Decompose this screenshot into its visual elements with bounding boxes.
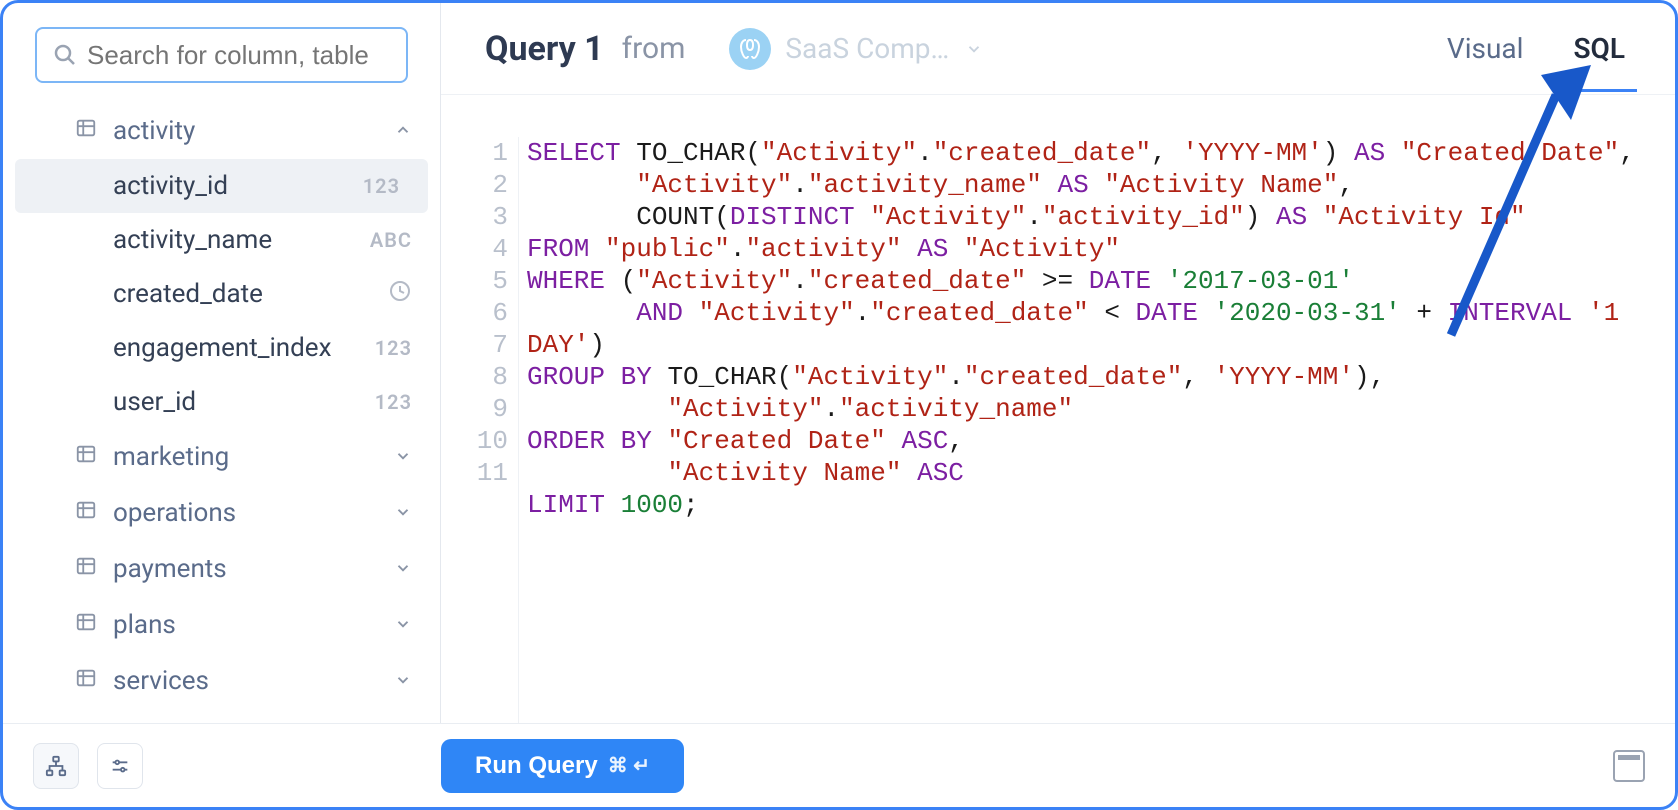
table-icon bbox=[75, 554, 97, 584]
type-badge: 123 bbox=[363, 174, 400, 198]
table-name: payments bbox=[113, 554, 227, 584]
table-row-plans[interactable]: plans bbox=[3, 597, 440, 653]
schema-sidebar: activity activity_id 123 activity_name ABC cr… bbox=[3, 3, 441, 723]
main-panel: Query 1 from SaaS Comp… Visual SQL bbox=[441, 3, 1675, 723]
table-icon bbox=[75, 498, 97, 528]
table-row-marketing[interactable]: marketing bbox=[3, 429, 440, 485]
datasource-selector[interactable]: SaaS Comp… bbox=[711, 21, 1001, 77]
run-query-button[interactable]: Run Query ⌘ ↵ bbox=[441, 739, 684, 793]
settings-toggle-button[interactable] bbox=[97, 743, 143, 789]
table-name: operations bbox=[113, 498, 236, 528]
column-row-engagement_index[interactable]: engagement_index 123 bbox=[3, 321, 440, 375]
table-row-activity[interactable]: activity bbox=[3, 103, 440, 159]
column-name: created_date bbox=[113, 279, 263, 309]
column-name: activity_id bbox=[113, 171, 228, 201]
line-gutter: 1234567891011 bbox=[461, 137, 519, 723]
column-row-created_date[interactable]: created_date bbox=[3, 267, 440, 321]
tab-sql[interactable]: SQL bbox=[1567, 8, 1631, 89]
search-icon bbox=[53, 43, 77, 67]
table-name: activity bbox=[113, 116, 195, 146]
schema-icon bbox=[45, 755, 67, 777]
table-row-operations[interactable]: operations bbox=[3, 485, 440, 541]
column-name: user_id bbox=[113, 387, 196, 417]
footer-bar: Run Query ⌘ ↵ bbox=[3, 723, 1675, 807]
column-name: activity_name bbox=[113, 225, 272, 255]
sql-editor[interactable]: 1234567891011 SELECT TO_CHAR("Activity".… bbox=[441, 95, 1675, 723]
datasource-name: SaaS Comp… bbox=[785, 32, 949, 65]
query-title[interactable]: Query 1 bbox=[485, 29, 604, 69]
type-badge: 123 bbox=[375, 336, 412, 360]
table-name: marketing bbox=[113, 442, 229, 472]
sql-code[interactable]: SELECT TO_CHAR("Activity"."created_date"… bbox=[519, 137, 1675, 723]
run-shortcut: ⌘ ↵ bbox=[608, 753, 650, 778]
chevron-down-icon bbox=[394, 666, 412, 696]
sliders-icon bbox=[109, 755, 131, 777]
type-badge: 123 bbox=[375, 390, 412, 414]
table-row-services[interactable]: services bbox=[3, 653, 440, 709]
clock-icon bbox=[388, 279, 412, 309]
schema-toggle-button[interactable] bbox=[33, 743, 79, 789]
chevron-up-icon bbox=[394, 116, 412, 146]
chevron-down-icon bbox=[394, 498, 412, 528]
table-icon bbox=[75, 116, 97, 146]
table-name: plans bbox=[113, 610, 176, 640]
table-icon bbox=[75, 442, 97, 472]
column-name: engagement_index bbox=[113, 333, 332, 363]
chevron-down-icon bbox=[394, 554, 412, 584]
search-input[interactable] bbox=[87, 40, 422, 71]
chevron-down-icon bbox=[394, 610, 412, 640]
table-row-payments[interactable]: payments bbox=[3, 541, 440, 597]
run-label: Run Query bbox=[475, 752, 598, 780]
column-row-activity_name[interactable]: activity_name ABC bbox=[3, 213, 440, 267]
postgres-icon bbox=[729, 28, 771, 70]
panel-layout-button[interactable] bbox=[1613, 750, 1645, 782]
table-icon bbox=[75, 610, 97, 640]
column-row-user_id[interactable]: user_id 123 bbox=[3, 375, 440, 429]
table-icon bbox=[75, 666, 97, 696]
chevron-down-icon bbox=[965, 32, 983, 65]
query-header: Query 1 from SaaS Comp… Visual SQL bbox=[441, 3, 1675, 95]
column-row-activity_id[interactable]: activity_id 123 bbox=[15, 159, 428, 213]
type-badge: ABC bbox=[370, 228, 412, 252]
search-input-wrap[interactable] bbox=[35, 27, 408, 83]
tab-visual[interactable]: Visual bbox=[1441, 8, 1530, 89]
table-name: services bbox=[113, 666, 209, 696]
from-label: from bbox=[622, 31, 686, 66]
chevron-down-icon bbox=[394, 442, 412, 472]
